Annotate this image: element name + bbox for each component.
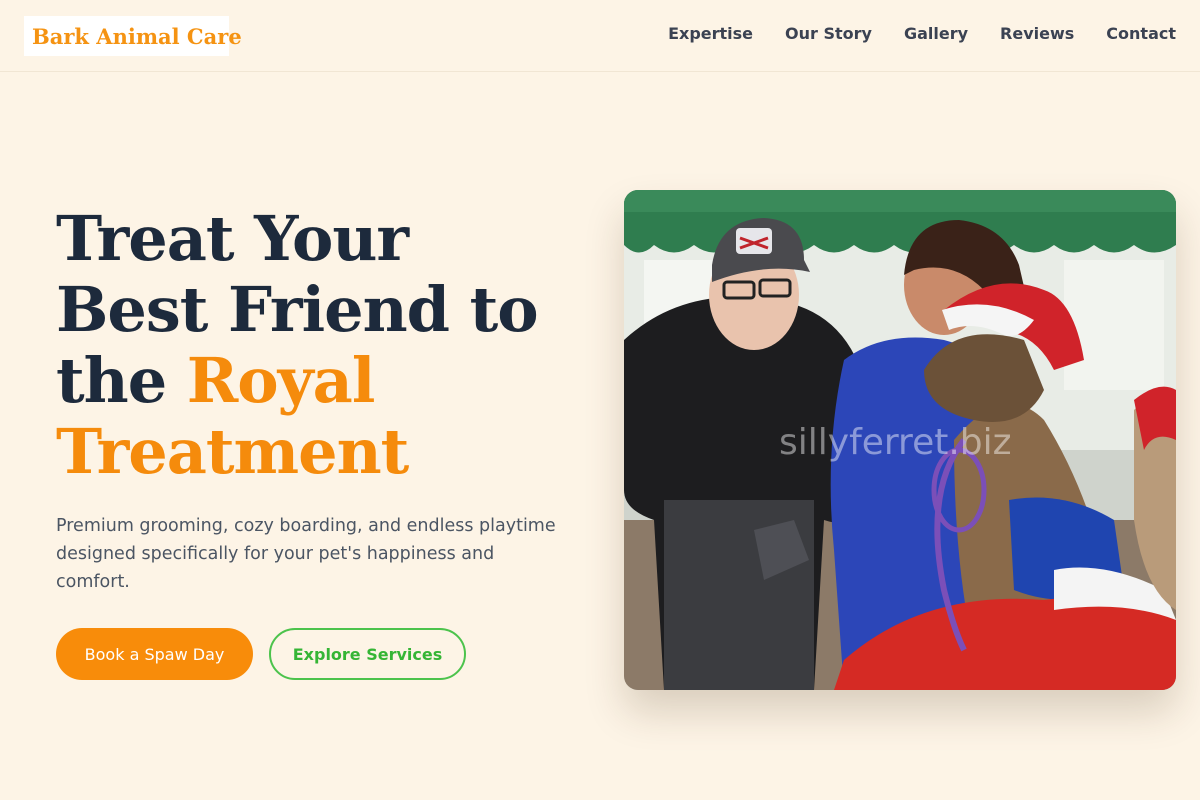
nav-link-contact[interactable]: Contact — [1106, 24, 1176, 43]
hero-title-accent-royal: Royal — [186, 344, 376, 417]
nav-link-gallery[interactable]: Gallery — [904, 24, 968, 43]
main-nav: Expertise Our Story Gallery Reviews Cont… — [668, 24, 1176, 43]
nav-link-expertise[interactable]: Expertise — [668, 24, 753, 43]
hero-title-line-3: the — [56, 344, 187, 417]
book-spaw-day-button[interactable]: Book a Spaw Day — [56, 628, 253, 680]
hero-title-accent-treatment: Treatment — [56, 415, 409, 488]
brand-logo[interactable]: Bark Animal Care — [24, 16, 242, 56]
image-watermark: sillyferret.biz — [779, 422, 1012, 463]
site-header: Bark Animal Care Expertise Our Story Gal… — [0, 0, 1200, 72]
nav-link-our-story[interactable]: Our Story — [785, 24, 872, 43]
nav-link-reviews[interactable]: Reviews — [1000, 24, 1074, 43]
hero-title-line-2: Best Friend to — [56, 273, 539, 346]
hero-subtitle: Premium grooming, cozy boarding, and end… — [56, 516, 556, 592]
hero-title-line-1: Treat Your — [56, 202, 409, 275]
explore-services-button[interactable]: Explore Services — [269, 628, 466, 680]
hero-photo: sillyferret.biz — [624, 190, 1176, 690]
hero-title: Treat Your Best Friend to the Royal Trea… — [56, 203, 576, 487]
